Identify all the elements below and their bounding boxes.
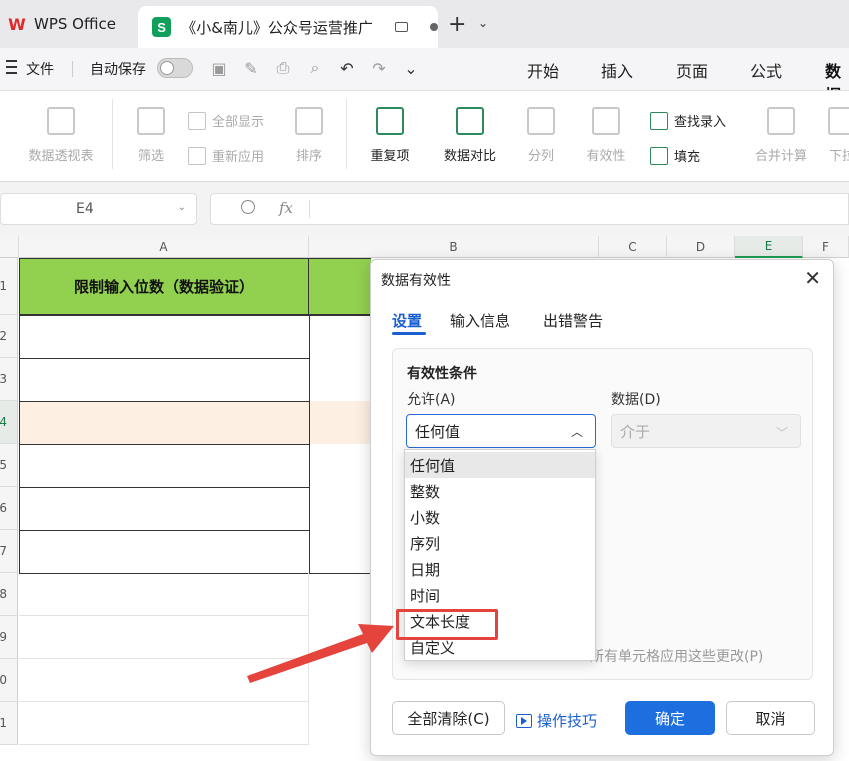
- annotation-arrow-icon: [247, 624, 394, 683]
